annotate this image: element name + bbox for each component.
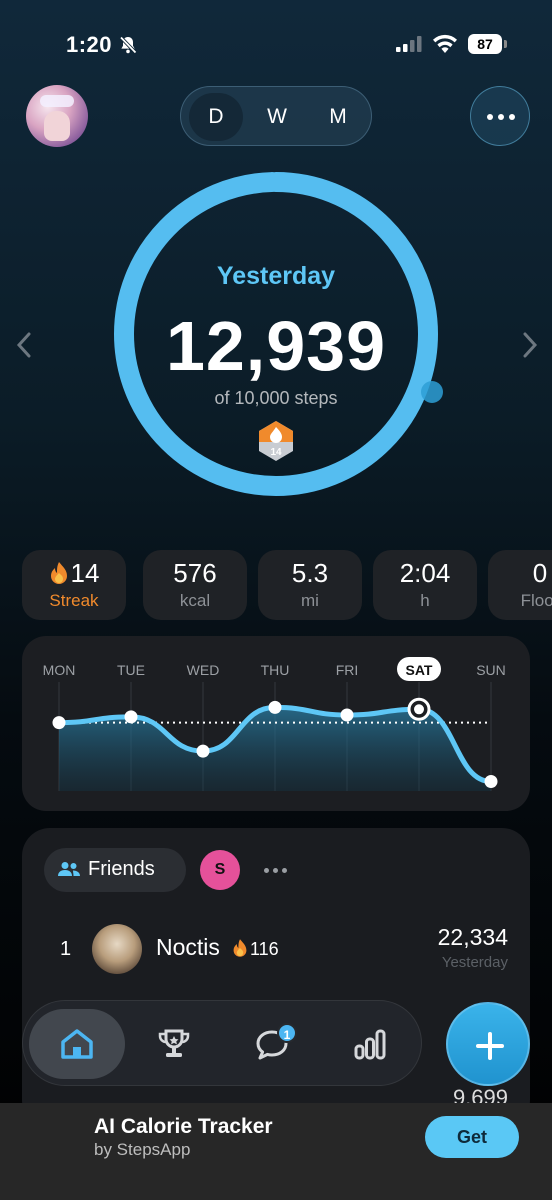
stat-card-floors[interactable]: 0 Floor [488, 550, 552, 620]
friend-steps: 22,334 [437, 924, 508, 950]
flame-icon [50, 562, 67, 584]
chart-day-label: SAT [406, 662, 433, 678]
chart-point [484, 775, 498, 788]
bell-muted-icon [119, 36, 137, 54]
chart-point [268, 700, 282, 714]
stat-card-calories[interactable]: 576 kcal [143, 550, 247, 620]
profile-avatar[interactable] [26, 85, 88, 147]
messages-badge: 1 [277, 1023, 297, 1043]
chart-day-label: WED [187, 662, 220, 678]
chart-day-label: MON [43, 662, 76, 678]
step-goal: of 10,000 steps [214, 388, 338, 408]
ad-subtitle: by StepsApp [94, 1140, 191, 1159]
trophy-icon [158, 1029, 190, 1057]
ad-get-button[interactable]: Get [425, 1116, 519, 1158]
more-options-button[interactable] [470, 86, 530, 146]
stat-label-floors: Floor [520, 591, 552, 610]
home-icon [61, 1029, 93, 1059]
chart-point [52, 716, 66, 730]
bottom-tab-bar: 1 [22, 1000, 422, 1086]
stat-label-distance: mi [301, 591, 319, 610]
leaderboard-row[interactable]: 1 Noctis 116 22,334 Yesterday [22, 924, 530, 984]
chart-area [59, 707, 491, 791]
status-time: 1:20 [66, 32, 113, 57]
chart-day-label: TUE [117, 662, 145, 678]
period-month-button[interactable]: M [311, 93, 365, 141]
ring-period-label: Yesterday [216, 262, 336, 290]
stat-value-distance: 5.3 [291, 558, 329, 588]
group-avatar[interactable]: S [200, 850, 240, 890]
friend-steps-period: Yesterday [441, 954, 508, 971]
friends-tab-button[interactable]: Friends [44, 848, 186, 892]
chart-day-label: SUN [476, 662, 506, 678]
period-toggle: D W M [180, 86, 372, 146]
ad-title: AI Calorie Tracker [94, 1115, 273, 1138]
step-count: 12,939 [165, 307, 387, 385]
weekly-steps-chart[interactable]: MON TUE WED THU FRI SAT SUN [22, 636, 530, 811]
friend-name: Noctis [156, 934, 220, 960]
people-icon [58, 862, 80, 876]
status-bar: 1:20 87 [0, 0, 552, 90]
stats-row: 14 Streak 576 kcal 5.3 mi 2:04 h 0 Floor [22, 550, 552, 620]
battery-indicator: 87 [468, 34, 507, 54]
friend-avatar [92, 924, 142, 974]
wifi-icon [433, 34, 457, 53]
chart-day-label: FRI [336, 662, 359, 678]
stat-label-streak: Streak [49, 591, 99, 610]
tab-statistics[interactable] [323, 1009, 419, 1079]
stat-card-streak[interactable]: 14 Streak [22, 550, 126, 620]
signal-icon [396, 36, 422, 52]
friends-tab-label: Friends [88, 858, 155, 880]
chart-point [340, 708, 354, 722]
tab-achievements[interactable] [127, 1009, 223, 1079]
stat-value-streak: 14 [22, 558, 126, 589]
chart-day-label: THU [261, 662, 290, 678]
friends-more-button[interactable] [262, 856, 290, 884]
stat-card-distance[interactable]: 5.3 mi [258, 550, 362, 620]
period-week-button[interactable]: W [250, 93, 304, 141]
badge-number: 14 [270, 447, 282, 458]
friend-streak: 116 [232, 938, 279, 960]
streak-badge-icon: 14 [259, 421, 293, 461]
previous-day-arrow[interactable] [16, 332, 38, 360]
step-progress-ring[interactable]: Yesterday 12,939 of 10,000 steps 14 [96, 166, 456, 502]
next-day-arrow[interactable] [522, 332, 544, 360]
stat-label-duration: h [420, 591, 430, 610]
stat-card-duration[interactable]: 2:04 h [373, 550, 477, 620]
chart-point [196, 744, 210, 758]
stat-label-calories: kcal [179, 591, 211, 610]
rank-number: 1 [60, 938, 72, 960]
stat-value-calories: 576 [173, 558, 217, 588]
tab-messages[interactable]: 1 [225, 1009, 321, 1079]
ad-banner[interactable]: AI Calorie Tracker by StepsApp Get [0, 1103, 552, 1200]
flame-icon [233, 939, 247, 957]
stat-value-floors: 0 [532, 558, 548, 588]
weekly-chart-graphic: MON TUE WED THU FRI SAT SUN [43, 657, 506, 791]
bar-chart-icon [354, 1029, 386, 1060]
chart-point [414, 704, 424, 715]
chart-point [124, 710, 138, 724]
stat-value-duration: 2:04 [399, 558, 451, 588]
add-button[interactable] [446, 1002, 530, 1086]
period-day-button[interactable]: D [189, 93, 243, 141]
tab-home[interactable] [29, 1009, 125, 1079]
